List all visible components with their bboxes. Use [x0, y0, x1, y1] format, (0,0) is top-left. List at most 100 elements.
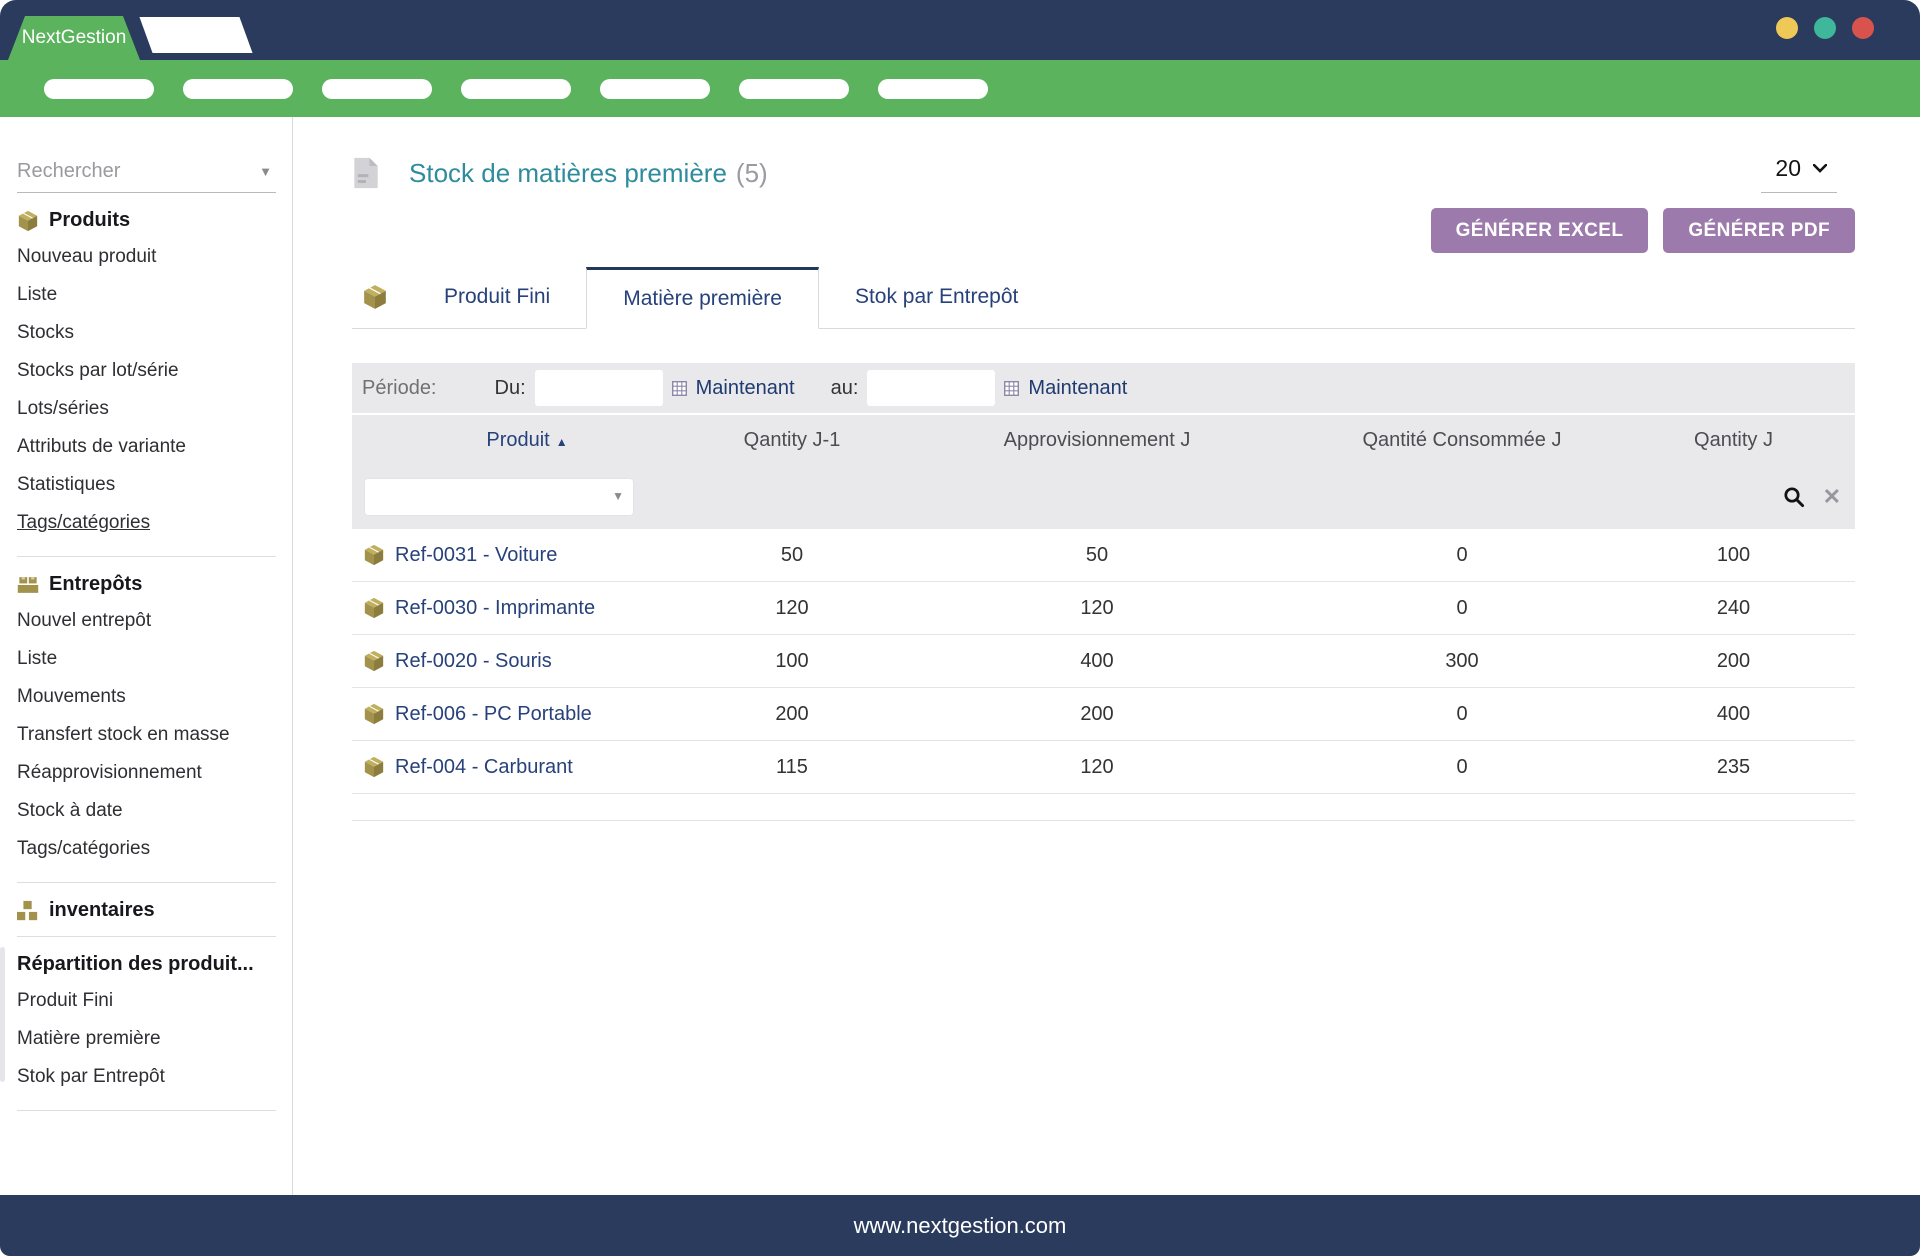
product-link[interactable]: Ref-0031 - Voiture [352, 544, 702, 567]
sidebar-item[interactable]: Matière première [17, 1020, 276, 1058]
generate-pdf-button[interactable]: GÉNÉRER PDF [1663, 208, 1855, 253]
body-row: Rechercher ▼ Produits Nouveau produit List… [0, 117, 1920, 1195]
nav-item-pill[interactable] [739, 78, 849, 99]
product-link[interactable]: Ref-004 - Carburant [352, 756, 702, 779]
column-header[interactable]: Approvisionnement J [882, 429, 1312, 452]
product-ref-label: Ref-0031 - Voiture [395, 543, 558, 566]
cell-qty_j1: 100 [775, 649, 809, 672]
footer-url: www.nextgestion.com [853, 1212, 1067, 1238]
sidebar-item[interactable]: Statistiques [17, 466, 276, 504]
sidebar-scrollbar[interactable] [0, 947, 5, 1082]
clear-filter-icon[interactable]: ✕ [1823, 486, 1841, 508]
nav-item-pill[interactable] [878, 78, 988, 99]
sidebar-item[interactable]: Transfert stock en masse [17, 716, 276, 754]
browser-tab-blank[interactable] [139, 17, 253, 53]
nav-item-pill[interactable] [183, 78, 293, 99]
sidebar-section-label: Répartition des produit... [17, 953, 254, 975]
calendar-icon[interactable] [671, 380, 687, 396]
produit-filter-select[interactable]: ▼ [364, 478, 634, 516]
sidebar-item[interactable]: Tags/catégories [17, 830, 276, 868]
nav-item-pill[interactable] [44, 78, 154, 99]
now-to-button[interactable]: Maintenant [1028, 377, 1127, 400]
browser-tab-brand[interactable]: NextGestion [8, 16, 140, 60]
restore-dot[interactable] [1814, 17, 1836, 39]
page-title-count: (5) [735, 157, 768, 188]
nav-item-pill[interactable] [322, 78, 432, 99]
sidebar-item[interactable]: Tags/catégories [17, 504, 276, 542]
chevron-down-icon [1813, 164, 1827, 173]
sidebar-divider [17, 882, 276, 883]
generate-excel-button[interactable]: GÉNÉRER EXCEL [1430, 208, 1649, 253]
cell-appro_j: 50 [1085, 543, 1109, 566]
sidebar-divider [17, 556, 276, 557]
sidebar-item[interactable]: Mouvements [17, 678, 276, 716]
sidebar-search-select[interactable]: Rechercher ▼ [17, 151, 276, 193]
column-header[interactable]: Qantity J-1 [702, 429, 882, 452]
tabs-row: Produit Fini Matière première Stok par Ent… [352, 266, 1855, 329]
close-dot[interactable] [1852, 17, 1874, 39]
chevron-down-icon: ▼ [259, 164, 272, 179]
sidebar-item[interactable]: Liste [17, 640, 276, 678]
sidebar-section-label: Entrepôts [49, 573, 143, 595]
sidebar-section-label: inventaires [49, 899, 155, 921]
product-link[interactable]: Ref-0020 - Souris [352, 650, 702, 673]
sidebar-item[interactable]: Nouveau produit [17, 238, 276, 276]
product-ref-label: Ref-0030 - Imprimante [395, 596, 596, 619]
cell-appro_j: 400 [1080, 649, 1114, 672]
package-icon [363, 756, 385, 778]
product-ref-label: Ref-006 - PC Portable [395, 702, 592, 725]
nav-item-pill[interactable] [600, 78, 710, 99]
sidebar-item[interactable]: Stocks [17, 314, 276, 352]
sidebar-item[interactable]: Lots/séries [17, 390, 276, 428]
cell-conso_j: 0 [1456, 755, 1468, 778]
sort-asc-icon: ▲ [555, 434, 568, 449]
cell-qty_j1: 120 [775, 596, 809, 619]
cell-qty_j: 400 [1716, 702, 1751, 725]
sidebar-item[interactable]: Réapprovisionnement [17, 754, 276, 792]
column-header-label: Approvisionnement J [1003, 428, 1191, 451]
column-header[interactable]: Qantity J [1612, 429, 1855, 452]
now-from-button[interactable]: Maintenant [696, 377, 795, 400]
sidebar-item[interactable]: Attributs de variante [17, 428, 276, 466]
tab-produit-fini[interactable]: Produit Fini [408, 266, 586, 328]
package-icon [17, 210, 39, 232]
date-from-input[interactable] [534, 370, 663, 406]
sidebar-section-title: inventaires [17, 899, 276, 922]
product-link[interactable]: Ref-0030 - Imprimante [352, 597, 702, 620]
page-title: Stock de matières première [409, 157, 727, 188]
sidebar-item[interactable]: Produit Fini [17, 982, 276, 1020]
sidebar-item[interactable]: Stok par Entrepôt [17, 1058, 276, 1096]
calendar-icon[interactable] [1004, 380, 1020, 396]
column-header[interactable]: Produit ▲ [352, 429, 702, 452]
periode-bar: Période: Du: Maintenant au: Maintenant [352, 363, 1855, 413]
cell-appro_j: 120 [1080, 596, 1114, 619]
tab-stok-par-entrep-t[interactable]: Stok par Entrepôt [819, 266, 1054, 328]
date-to-input[interactable] [867, 370, 996, 406]
cell-qty_j: 200 [1716, 649, 1751, 672]
sidebar-item[interactable]: Liste [17, 276, 276, 314]
page-size-value: 20 [1775, 155, 1801, 181]
table-row: Ref-004 - Carburant 115 120 0 235 [352, 741, 1855, 794]
cell-conso_j: 0 [1456, 702, 1468, 725]
minimize-dot[interactable] [1776, 17, 1798, 39]
actions-row: GÉNÉRER EXCEL GÉNÉRER PDF [352, 208, 1855, 253]
sidebar-item[interactable]: Stocks par lot/série [17, 352, 276, 390]
document-icon [352, 156, 380, 190]
column-header-label: Qantity J [1694, 428, 1773, 451]
sidebar-item[interactable]: Nouvel entrepôt [17, 602, 276, 640]
tab-mati-re-premi-re[interactable]: Matière première [586, 267, 819, 329]
date-from-label: Du: [494, 376, 526, 399]
column-header[interactable]: Qantité Consommée J [1312, 429, 1612, 452]
product-link[interactable]: Ref-006 - PC Portable [352, 703, 702, 726]
sidebar-section-title: Répartition des produit... [17, 953, 276, 976]
sidebar-item[interactable]: Stock à date [17, 792, 276, 830]
brand-name: NextGestion [21, 27, 127, 48]
table-body: Ref-0031 - Voiture 50 50 0 100 Ref-0030 - Imp… [352, 529, 1855, 794]
page-size-select[interactable]: 20 [1761, 153, 1837, 193]
nav-item-pill[interactable] [461, 78, 571, 99]
table-row: Ref-0031 - Voiture 50 50 0 100 [352, 529, 1855, 582]
sidebar-sections: Produits Nouveau produit Liste Stocks Stocks… [17, 209, 276, 1111]
search-icon[interactable] [1783, 486, 1805, 508]
periode-label: Période: [362, 376, 437, 399]
cell-qty_j1: 115 [776, 755, 808, 778]
